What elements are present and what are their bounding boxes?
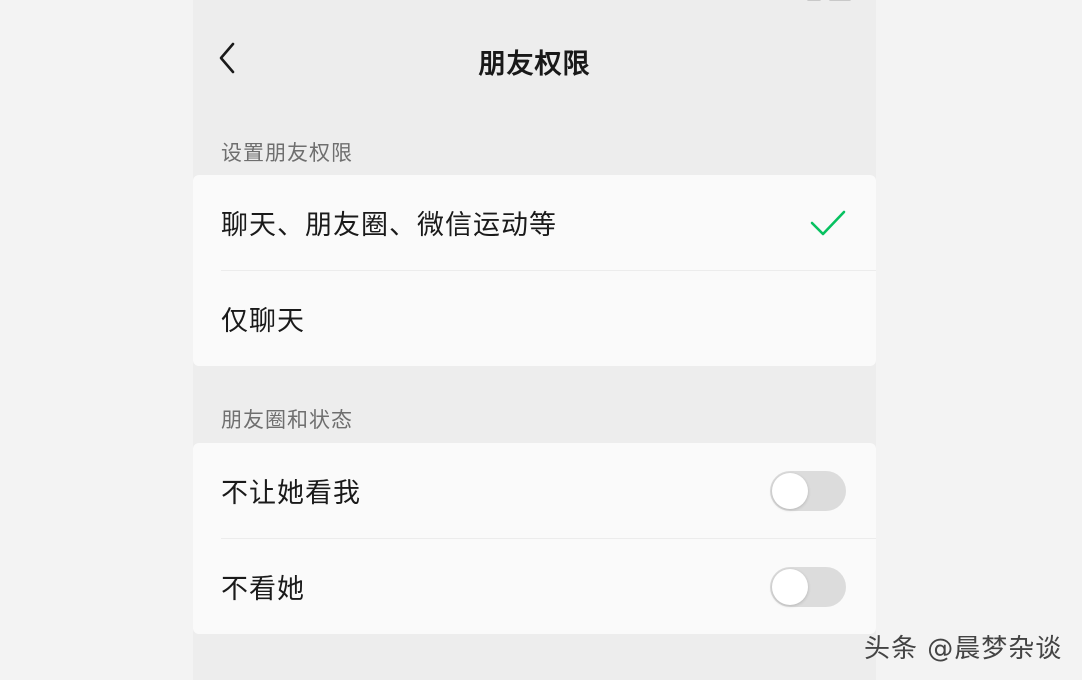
option-chat-moments-werun[interactable]: 聊天、朋友圈、微信运动等 [193,175,876,270]
row-hide-her-moments: 不看她 [193,539,876,634]
section-label-permissions: 设置朋友权限 [221,141,353,165]
permissions-card: 聊天、朋友圈、微信运动等 仅聊天 [193,175,876,366]
checkmark-icon [810,210,846,236]
row-label: 不让她看我 [221,478,361,509]
row-hide-my-moments: 不让她看我 [193,443,876,538]
navigation-bar: 朋友权限 [193,28,876,90]
row-label: 不看她 [221,574,305,605]
moments-card: 不让她看我 不看她 [193,443,876,634]
watermark: 头条 @晨梦杂谈 [864,634,1063,664]
hide-my-moments-toggle[interactable] [770,471,846,511]
option-chat-only[interactable]: 仅聊天 [193,271,876,366]
hide-her-moments-toggle[interactable] [770,567,846,607]
option-label: 仅聊天 [221,306,305,337]
status-indicator [797,0,857,4]
section-label-moments-status: 朋友圈和状态 [221,408,353,432]
settings-screen: 朋友权限 设置朋友权限 聊天、朋友圈、微信运动等 仅聊天 朋友圈和状态 不让她看… [193,0,876,680]
option-label: 聊天、朋友圈、微信运动等 [221,210,557,241]
page-title: 朋友权限 [478,49,591,80]
toggle-knob [772,473,808,509]
toggle-knob [772,569,808,605]
